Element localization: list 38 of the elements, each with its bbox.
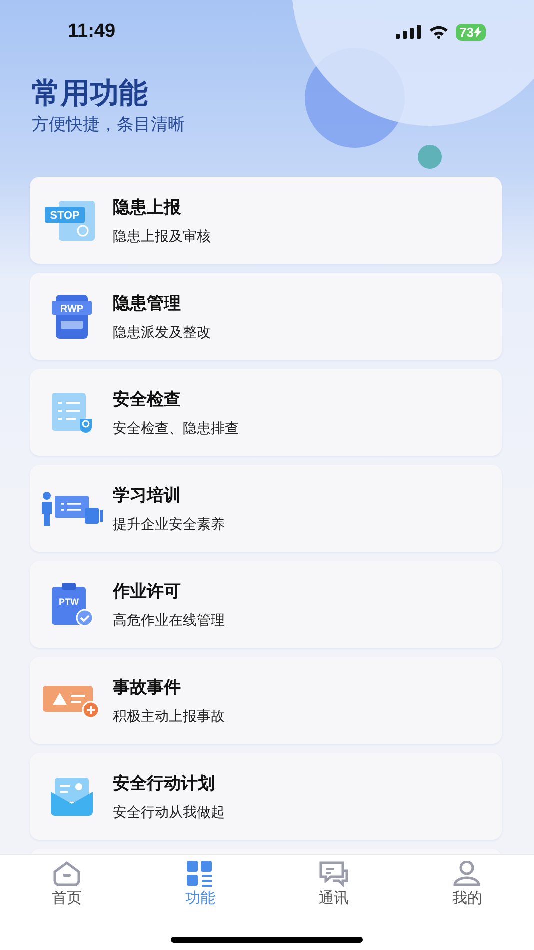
card-description: 隐患派发及整改 — [113, 324, 211, 342]
tab-item[interactable]: 通讯 — [267, 855, 400, 913]
function-card[interactable]: PTW 作业许可 高危作业在线管理 — [30, 561, 502, 648]
checklist-icon — [50, 390, 94, 434]
tab-item[interactable]: 首页 — [0, 855, 134, 913]
function-card[interactable]: RWP 隐患管理 隐患派发及整改 — [30, 273, 502, 360]
chat-icon — [318, 860, 349, 886]
card-title: 安全行动计划 — [113, 772, 216, 794]
grid-icon — [187, 860, 214, 886]
card-title: 学习培训 — [113, 484, 182, 506]
function-card[interactable]: STOP 隐患上报 隐患上报及审核 — [30, 177, 502, 264]
card-title: 作业许可 — [113, 580, 182, 602]
function-card[interactable]: 安全行动计划 安全行动从我做起 — [30, 753, 502, 840]
card-description: 安全检查、隐患排查 — [113, 420, 239, 438]
user-icon — [453, 860, 482, 886]
card-description: 提升企业安全素养 — [113, 516, 225, 534]
card-description: 安全行动从我做起 — [113, 804, 225, 822]
card-title: 隐患上报 — [113, 196, 182, 218]
card-description: 高危作业在线管理 — [113, 612, 225, 630]
card-title: 隐患管理 — [113, 292, 182, 314]
function-card[interactable]: 学习培训 提升企业安全素养 — [30, 465, 502, 552]
card-description: 积极主动上报事故 — [113, 708, 225, 726]
signal-icon — [396, 25, 422, 39]
presenter-icon — [40, 492, 102, 526]
charging-bolt-icon — [474, 26, 482, 38]
function-card[interactable]: 事故事件 积极主动上报事故 — [30, 657, 502, 744]
envelope-icon — [50, 778, 92, 816]
page-title: 常用功能 — [32, 75, 149, 112]
status-time: 11:49 — [68, 21, 116, 43]
function-card[interactable]: 安全检查 安全检查、隐患排查 — [30, 369, 502, 456]
page-subtitle: 方便快捷，条目清晰 — [32, 114, 186, 137]
card-description: 隐患上报及审核 — [113, 228, 211, 246]
warning-card-icon — [42, 684, 100, 718]
tab-item[interactable]: 我的 — [400, 855, 534, 913]
card-title: 安全检查 — [113, 388, 182, 410]
card-title: 事故事件 — [113, 676, 182, 698]
wifi-icon — [428, 25, 449, 39]
home-icon — [52, 860, 82, 886]
